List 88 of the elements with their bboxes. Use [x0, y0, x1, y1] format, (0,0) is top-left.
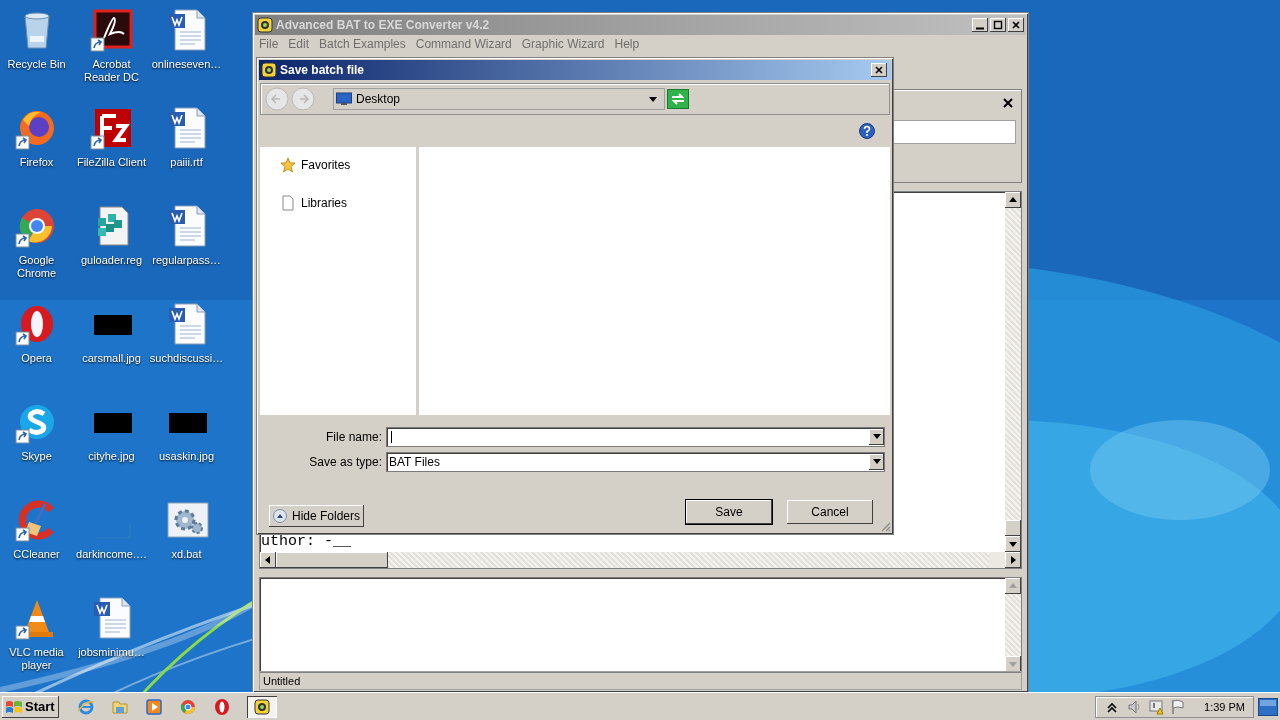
page-icon — [280, 195, 296, 211]
minimize-icon — [976, 26, 984, 30]
icon-label[interactable]: CCleaner — [13, 548, 60, 561]
icon-label[interactable]: xd.bat — [171, 548, 202, 561]
folder-item[interactable]: Libraries — [260, 195, 416, 211]
dropdown-button[interactable] — [869, 429, 884, 445]
chrome-icon[interactable] — [178, 697, 197, 716]
icon-label[interactable]: Firefox — [19, 156, 54, 169]
vertical-scrollbar[interactable] — [1005, 192, 1021, 552]
icon-label[interactable]: regularpass… — [152, 254, 221, 267]
menu-item[interactable]: Help — [614, 37, 640, 53]
close-icon — [1010, 19, 1022, 31]
app-icon — [261, 62, 277, 78]
taskbar-button[interactable] — [246, 695, 277, 718]
caret-icon — [648, 94, 658, 104]
show-desktop-button[interactable] — [1258, 697, 1278, 716]
icon-label[interactable]: onlineseven… — [151, 58, 222, 71]
caret-icon — [872, 434, 881, 440]
star-icon — [280, 157, 296, 173]
maximize-button[interactable] — [990, 18, 1006, 32]
scroll-up-button[interactable] — [1005, 578, 1021, 594]
icon-label[interactable]: jobsminimu… — [78, 646, 145, 659]
windows-logo-icon — [5, 698, 23, 715]
scroll-down-button[interactable] — [1005, 536, 1021, 552]
scroll-up-button[interactable] — [1005, 192, 1021, 208]
icon-label[interactable]: usaskin.jpg — [158, 450, 214, 463]
help-icon[interactable] — [859, 123, 875, 139]
save-button[interactable]: Save — [685, 499, 773, 525]
folder-item[interactable]: Favorites — [260, 157, 416, 173]
icon-label[interactable]: Acrobat Reader DC — [74, 58, 149, 84]
caret-icon — [872, 459, 881, 465]
maximize-icon — [992, 19, 1004, 31]
chevron-up-icon — [273, 509, 287, 523]
menu-item[interactable]: Command Wizard — [415, 37, 512, 53]
app-icon — [253, 698, 270, 715]
file-type-dropdown[interactable]: BAT Files — [386, 452, 885, 472]
window-title: Advanced BAT to EXE Converter v4.2 — [276, 18, 491, 32]
vertical-scrollbar[interactable] — [1005, 578, 1021, 672]
scroll-thumb[interactable] — [1005, 520, 1021, 536]
network-warning-icon[interactable] — [1148, 698, 1165, 715]
icon-label[interactable]: paiii.rtf — [170, 156, 203, 169]
close-icon[interactable] — [1003, 98, 1013, 108]
dialog-title: Save batch file — [280, 63, 366, 77]
shortcut-icon[interactable] — [89, 8, 134, 52]
resize-grip[interactable] — [879, 520, 891, 532]
icon-label[interactable]: FileZilla Client — [76, 156, 147, 169]
opera-icon[interactable] — [212, 697, 231, 716]
icon-label[interactable]: Opera — [21, 352, 52, 365]
status-text: Untitled — [263, 674, 301, 687]
horizontal-scrollbar[interactable] — [260, 552, 1021, 568]
scroll-left-button[interactable] — [260, 552, 276, 568]
menu-item[interactable]: File — [259, 37, 279, 53]
close-button[interactable] — [1008, 18, 1024, 32]
media-player-icon[interactable] — [144, 697, 163, 716]
icon-label[interactable]: guloader.reg — [80, 254, 143, 267]
close-button[interactable] — [871, 63, 887, 77]
close-icon — [873, 64, 885, 76]
icon-label[interactable]: carsmall.jpg — [82, 352, 141, 365]
monitor-icon — [336, 92, 352, 106]
cancel-button[interactable]: Cancel — [786, 499, 874, 525]
flag-icon[interactable] — [1170, 698, 1187, 715]
icon-label[interactable]: VLC media player — [0, 646, 74, 672]
menu-item[interactable]: Batch Examples — [319, 37, 406, 53]
hide-folders-button[interactable]: Hide Folders — [269, 505, 365, 527]
refresh-button[interactable] — [667, 89, 689, 109]
scroll-right-button[interactable] — [1005, 552, 1021, 568]
icon-label[interactable]: Skype — [21, 450, 52, 463]
shortcut-icon[interactable] — [89, 106, 134, 150]
clock[interactable]: 1:39 PM — [1204, 700, 1245, 713]
field-label: Save as type: — [308, 455, 382, 469]
speaker-icon[interactable] — [1126, 698, 1143, 715]
code-line: uthor: -__ — [261, 533, 352, 550]
field-label: File name: — [324, 430, 382, 444]
location-dropdown[interactable]: Desktop — [333, 88, 665, 110]
icon-label[interactable]: Google Chrome — [0, 254, 74, 280]
minimize-button[interactable] — [972, 18, 988, 32]
menu-item[interactable]: Graphic Wizard — [521, 37, 605, 53]
dropdown-button[interactable] — [869, 454, 884, 470]
icon-label[interactable]: Recycle Bin — [7, 58, 66, 71]
icon-label[interactable]: suchdiscussi… — [149, 352, 224, 365]
icon-label[interactable]: cityhe.jpg — [88, 450, 135, 463]
scroll-down-button[interactable] — [1005, 656, 1021, 672]
app-icon — [257, 17, 273, 33]
icon-label[interactable]: darkincome.… — [76, 548, 147, 561]
menu-item[interactable]: Edit — [288, 37, 310, 53]
start-button[interactable]: Start — [2, 695, 59, 718]
file-name-field[interactable] — [386, 427, 885, 447]
scroll-thumb[interactable] — [276, 552, 388, 568]
